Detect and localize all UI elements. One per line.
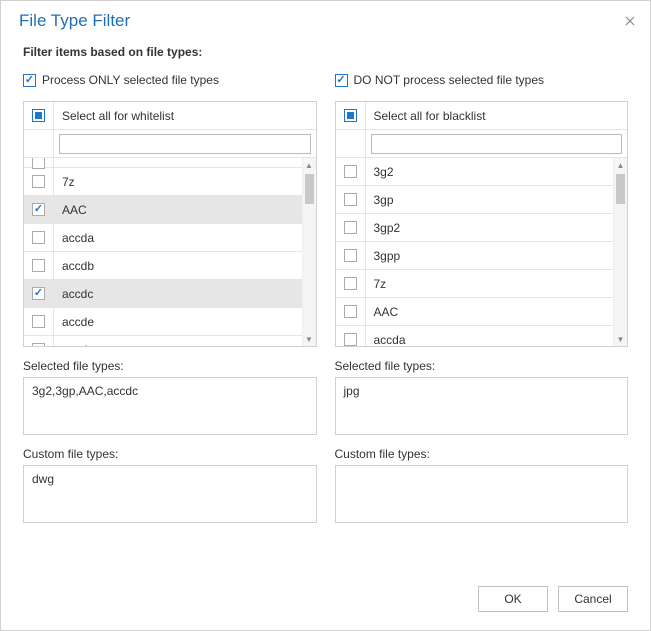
whitelist-row-label: accde (54, 308, 302, 335)
blacklist-row-checkbox[interactable] (344, 277, 357, 290)
whitelist-select-all-label: Select all for whitelist (54, 102, 316, 129)
whitelist-top-check-row: Process ONLY selected file types (23, 73, 317, 87)
close-button[interactable] (622, 13, 638, 29)
blacklist-row-checkbox[interactable] (344, 193, 357, 206)
table-row[interactable]: 3gp2 (336, 214, 614, 242)
whitelist-row-label: accdr (54, 336, 302, 346)
scroll-up-icon[interactable]: ▲ (614, 158, 627, 172)
table-row[interactable]: 3g2 (336, 158, 614, 186)
table-row[interactable]: accdr (24, 336, 302, 346)
whitelist-header: Select all for whitelist (24, 102, 316, 130)
whitelist-search-input[interactable] (59, 134, 311, 154)
process-only-checkbox[interactable] (23, 74, 36, 87)
blacklist-search-row (336, 130, 628, 158)
whitelist-search-row (24, 130, 316, 158)
blacklist-row-label: 3gp (366, 186, 614, 213)
whitelist-row-label: accdb (54, 252, 302, 279)
blacklist-custom-textarea[interactable] (335, 465, 629, 523)
blacklist-row-label: 3g2 (366, 158, 614, 185)
whitelist-custom-textarea[interactable]: dwg (23, 465, 317, 523)
whitelist-selected-label: Selected file types: (23, 359, 317, 373)
process-only-label: Process ONLY selected file types (42, 73, 219, 87)
blacklist-row-checkbox[interactable] (344, 305, 357, 318)
blacklist-search-input[interactable] (371, 134, 623, 154)
table-row[interactable]: accde (24, 308, 302, 336)
table-row[interactable]: AAC (336, 298, 614, 326)
table-row[interactable]: 7z (24, 168, 302, 196)
whitelist-selected-textarea[interactable]: 3g2,3gp,AAC,accdc (23, 377, 317, 435)
whitelist-row-checkbox[interactable] (32, 315, 45, 328)
table-row[interactable]: 3gp (336, 186, 614, 214)
whitelist-row-label: 7z (54, 168, 302, 195)
columns: Process ONLY selected file types Select … (1, 73, 650, 572)
whitelist-row-checkbox[interactable] (32, 287, 45, 300)
whitelist-row-label: accda (54, 224, 302, 251)
whitelist-listbox: Select all for whitelist 7zAACaccdaaccdb… (23, 101, 317, 347)
whitelist-row-checkbox[interactable] (32, 259, 45, 272)
blacklist-row-label: AAC (366, 298, 614, 325)
file-type-filter-dialog: File Type Filter Filter items based on f… (0, 0, 651, 631)
table-row[interactable]: accdc (24, 280, 302, 308)
whitelist-row-checkbox[interactable] (32, 175, 45, 188)
do-not-process-checkbox[interactable] (335, 74, 348, 87)
blacklist-selected-label: Selected file types: (335, 359, 629, 373)
blacklist-custom-label: Custom file types: (335, 447, 629, 461)
blacklist-row-label: 3gp2 (366, 214, 614, 241)
whitelist-row-label: AAC (54, 196, 302, 223)
whitelist-body: 7zAACaccdaaccdbaccdcaccdeaccdr ▲ ▼ (24, 158, 316, 346)
cancel-button[interactable]: Cancel (558, 586, 628, 612)
whitelist-scrollbar[interactable]: ▲ ▼ (302, 158, 316, 346)
blacklist-scrollbar[interactable]: ▲ ▼ (613, 158, 627, 346)
whitelist-rows: 7zAACaccdaaccdbaccdcaccdeaccdr (24, 158, 302, 346)
whitelist-custom-label: Custom file types: (23, 447, 317, 461)
do-not-process-label: DO NOT process selected file types (354, 73, 545, 87)
table-row[interactable]: accdb (24, 252, 302, 280)
table-row[interactable] (24, 158, 302, 168)
blacklist-rows: 3g23gp3gp23gpp7zAACaccda (336, 158, 614, 346)
scrollbar-thumb[interactable] (616, 174, 625, 204)
blacklist-select-all-checkbox[interactable] (344, 109, 357, 122)
table-row[interactable]: accda (24, 224, 302, 252)
whitelist-row-label: accdc (54, 280, 302, 307)
blacklist-body: 3g23gp3gp23gpp7zAACaccda ▲ ▼ (336, 158, 628, 346)
blacklist-selected-textarea[interactable]: jpg (335, 377, 629, 435)
blacklist-row-label: 3gpp (366, 242, 614, 269)
blacklist-row-label: accda (366, 326, 614, 346)
scroll-up-icon[interactable]: ▲ (303, 158, 316, 172)
whitelist-select-all-checkbox[interactable] (32, 109, 45, 122)
dialog-title: File Type Filter (19, 11, 130, 31)
whitelist-row-label (54, 158, 302, 167)
table-row[interactable]: 7z (336, 270, 614, 298)
scroll-down-icon[interactable]: ▼ (303, 332, 316, 346)
whitelist-row-checkbox[interactable] (32, 203, 45, 216)
blacklist-row-checkbox[interactable] (344, 165, 357, 178)
blacklist-row-checkbox[interactable] (344, 221, 357, 234)
table-row[interactable]: 3gpp (336, 242, 614, 270)
blacklist-top-check-row: DO NOT process selected file types (335, 73, 629, 87)
whitelist-column: Process ONLY selected file types Select … (23, 73, 317, 572)
whitelist-row-checkbox[interactable] (32, 231, 45, 244)
blacklist-column: DO NOT process selected file types Selec… (335, 73, 629, 572)
blacklist-header: Select all for blacklist (336, 102, 628, 130)
ok-button[interactable]: OK (478, 586, 548, 612)
table-row[interactable]: AAC (24, 196, 302, 224)
button-bar: OK Cancel (1, 572, 650, 630)
table-row[interactable]: accda (336, 326, 614, 346)
close-icon (625, 16, 635, 26)
blacklist-row-checkbox[interactable] (344, 249, 357, 262)
blacklist-listbox: Select all for blacklist 3g23gp3gp23gpp7… (335, 101, 629, 347)
subtitle: Filter items based on file types: (1, 39, 650, 73)
titlebar: File Type Filter (1, 1, 650, 39)
blacklist-select-all-label: Select all for blacklist (366, 102, 628, 129)
scrollbar-thumb[interactable] (305, 174, 314, 204)
scroll-down-icon[interactable]: ▼ (614, 332, 627, 346)
whitelist-row-checkbox[interactable] (32, 343, 45, 346)
blacklist-row-checkbox[interactable] (344, 333, 357, 346)
blacklist-row-label: 7z (366, 270, 614, 297)
